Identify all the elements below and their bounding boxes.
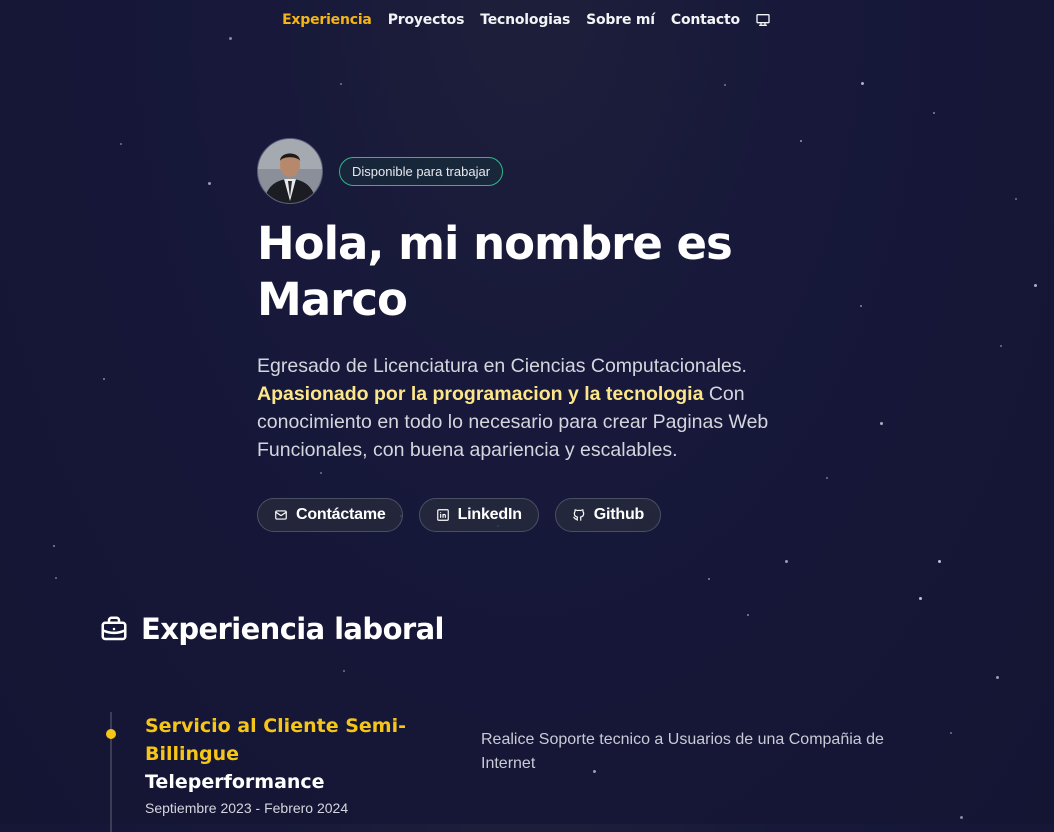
- nav-link-sobre-mi[interactable]: Sobre mí: [586, 12, 655, 28]
- job-dates: Septiembre 2023 - Febrero 2024: [145, 800, 349, 816]
- job-description: Realice Soporte tecnico a Usuarios de un…: [481, 731, 884, 772]
- hero-description: Egresado de Licenciatura en Ciencias Com…: [257, 352, 817, 464]
- avatar-photo: [258, 139, 322, 203]
- hero-desc-intro: Egresado de Licenciatura en Ciencias Com…: [257, 355, 747, 377]
- nav-links: Experiencia Proyectos Tecnologias Sobre …: [282, 12, 772, 28]
- mail-icon: [275, 510, 287, 520]
- nav-link-proyectos[interactable]: Proyectos: [388, 12, 465, 28]
- availability-badge: Disponible para trabajar: [339, 156, 504, 186]
- nav-link-tecnologias[interactable]: Tecnologias: [480, 12, 570, 28]
- job-company: Teleperformance: [145, 771, 325, 793]
- contact-button[interactable]: Contáctame: [257, 498, 403, 532]
- contact-buttons: Contáctame LinkedIn Github: [257, 498, 857, 532]
- linkedin-icon: [436, 509, 449, 521]
- timeline-dot: [106, 729, 116, 739]
- hero-section: Disponible para trabajar Hola, mi nombre…: [257, 138, 857, 532]
- github-icon: [572, 509, 585, 521]
- linkedin-button-label: LinkedIn: [457, 506, 522, 523]
- experience-heading: Experiencia laboral: [99, 612, 445, 646]
- job-entry: Servicio al Cliente Semi-Billingue Telep…: [145, 712, 425, 816]
- nav-link-contacto[interactable]: Contacto: [671, 12, 740, 28]
- top-nav: Experiencia Proyectos Tecnologias Sobre …: [0, 0, 1054, 40]
- hero-title: Hola, mi nombre es Marco: [257, 217, 733, 326]
- avatar: [257, 138, 323, 204]
- hero-desc-highlight: Apasionado por la programacion y la tecn…: [257, 383, 704, 405]
- nav-link-experiencia[interactable]: Experiencia: [282, 12, 372, 28]
- briefcase-icon: [101, 616, 127, 641]
- experience-title: Experiencia laboral: [141, 612, 445, 646]
- monitor-icon[interactable]: [754, 12, 772, 28]
- linkedin-button[interactable]: LinkedIn: [418, 498, 539, 532]
- job-title: Servicio al Cliente Semi-Billingue: [145, 715, 406, 765]
- github-button[interactable]: Github: [554, 498, 662, 532]
- hero-header: Disponible para trabajar: [257, 138, 857, 204]
- github-button-label: Github: [593, 506, 645, 523]
- contact-button-label: Contáctame: [296, 506, 386, 523]
